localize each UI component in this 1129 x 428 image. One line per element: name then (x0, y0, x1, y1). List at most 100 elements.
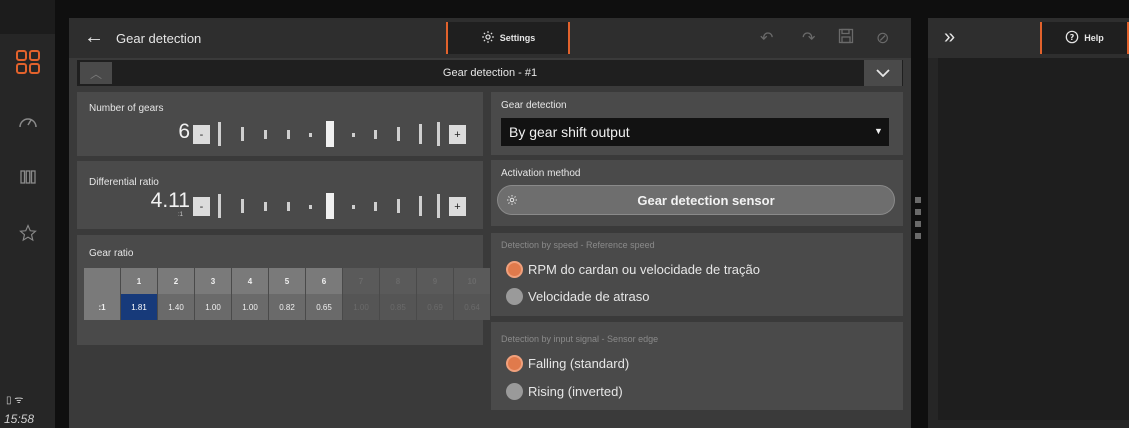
slider-tick (419, 196, 422, 216)
gear-column-header: 8 (380, 268, 416, 294)
slider-tick (437, 122, 440, 146)
page-title: Gear detection (116, 31, 202, 46)
double-chevron-right-icon[interactable]: » (944, 26, 955, 49)
tab-help[interactable]: ? Help (1040, 22, 1129, 54)
gear-ratio-cell[interactable]: 1.00 (343, 294, 379, 320)
cancel-icon[interactable]: ⊘ (876, 28, 889, 48)
gear-ratio-cell[interactable]: 0.85 (380, 294, 416, 320)
signal-option-2-label: Rising (inverted) (528, 384, 623, 399)
slider-tick (309, 205, 312, 209)
gear-ratio-label: Gear ratio (89, 248, 134, 259)
slider-handle[interactable] (326, 193, 334, 219)
slider-tick (397, 127, 400, 141)
gear-column-header: 6 (306, 268, 342, 294)
radio-speed-option-1[interactable] (506, 261, 523, 278)
gear-icon (481, 30, 495, 46)
instance-label: Gear detection - #1 (442, 67, 538, 79)
differential-ratio-unit: :1 (178, 212, 184, 218)
slider-tick (241, 199, 244, 213)
slider-handle[interactable] (326, 121, 334, 147)
gears-plus-button[interactable]: + (449, 125, 466, 144)
tab-settings[interactable]: Settings (446, 22, 570, 54)
gear-ratio-cell[interactable]: 1.81 (121, 294, 157, 320)
slider-tick (287, 202, 290, 211)
status-icons: ▯ ᯤ (6, 392, 23, 406)
gear-detection-sensor-label: Gear detection sensor (637, 192, 775, 208)
scroll-indicator (915, 197, 921, 203)
columns-icon[interactable] (0, 162, 55, 192)
ratio-plus-button[interactable]: + (449, 197, 466, 216)
gear-column-header: 2 (158, 268, 194, 294)
radio-signal-option-2[interactable] (506, 383, 523, 400)
slider-tick (397, 199, 400, 213)
chevron-down-icon[interactable] (864, 60, 902, 86)
help-content (938, 58, 1129, 420)
number-of-gears-card (77, 92, 483, 156)
gear-detection-label: Gear detection (501, 100, 567, 111)
gears-minus-button[interactable]: - (193, 125, 210, 144)
gear-ratio-cell[interactable]: 0.82 (269, 294, 305, 320)
number-of-gears-value: 6 (178, 120, 190, 143)
slider-tick (352, 133, 355, 137)
radio-signal-option-1[interactable] (506, 355, 523, 372)
save-icon[interactable] (838, 28, 854, 49)
speed-option-2-label: Velocidade de atraso (528, 289, 650, 304)
slider-tick (419, 124, 422, 144)
tab-help-label: Help (1084, 33, 1104, 43)
gear-row-unit: :1 (84, 294, 120, 320)
gear-ratio-cell[interactable]: 1.00 (195, 294, 231, 320)
clock: 15:58 (4, 412, 35, 426)
scroll-indicator (915, 221, 921, 227)
slider-tick (374, 130, 377, 139)
tab-settings-label: Settings (499, 33, 536, 43)
slider-tick (309, 133, 312, 137)
differential-ratio-value: 4.11 (150, 189, 190, 212)
activation-method-label: Activation method (501, 168, 581, 179)
gear-column-header: 1 (121, 268, 157, 294)
speedometer-icon[interactable] (0, 106, 55, 136)
slider-tick (437, 194, 440, 218)
slider-tick (218, 122, 221, 146)
arrow-left-icon[interactable]: ← (84, 26, 104, 49)
ratio-minus-button[interactable]: - (193, 197, 210, 216)
slider-tick (264, 130, 267, 139)
slider-tick (264, 202, 267, 211)
wifi-icon: ᯤ (14, 395, 24, 406)
signal-detection-label: Detection by input signal - Sensor edge (501, 334, 659, 344)
battery-icon: ▯ (6, 395, 12, 406)
svg-text:?: ? (1070, 33, 1075, 42)
slider-tick (352, 205, 355, 209)
slider-tick (287, 130, 290, 139)
slider-tick (241, 127, 244, 141)
gear-column-header: 5 (269, 268, 305, 294)
question-circle-icon: ? (1065, 30, 1079, 46)
gear-column-header: 9 (417, 268, 453, 294)
speed-option-1-label: RPM do cardan ou velocidade de tração (528, 262, 760, 277)
gear-column-header: 7 (343, 268, 379, 294)
apps-grid-icon[interactable] (0, 42, 55, 82)
speed-detection-label: Detection by speed - Reference speed (501, 240, 655, 250)
gear-detection-select[interactable]: By gear shift output (501, 118, 889, 146)
chevron-up-icon[interactable]: ︿ (80, 62, 112, 84)
differential-ratio-label: Differential ratio (89, 177, 159, 188)
undo-icon[interactable]: ↶ (760, 28, 773, 48)
gear-column-header: 10 (454, 268, 490, 294)
radio-speed-option-2[interactable] (506, 288, 523, 305)
gear-ratio-cell[interactable]: 0.64 (454, 294, 490, 320)
gear-ratio-cell[interactable]: 0.69 (417, 294, 453, 320)
redo-icon[interactable]: ↷ (802, 28, 815, 48)
star-icon[interactable] (0, 218, 55, 248)
scroll-indicator (915, 233, 921, 239)
number-of-gears-label: Number of gears (89, 103, 164, 114)
gear-ratio-cell[interactable]: 1.00 (232, 294, 268, 320)
dropdown-arrow-icon[interactable]: ▼ (874, 126, 883, 136)
nav-top-bar (0, 0, 55, 34)
gear-ratio-cell[interactable]: 0.65 (306, 294, 342, 320)
slider-tick (374, 202, 377, 211)
scroll-indicator (915, 209, 921, 215)
table-corner (84, 268, 120, 294)
gear-column-header: 3 (195, 268, 231, 294)
signal-option-1-label: Falling (standard) (528, 356, 630, 371)
gear-ratio-cell[interactable]: 1.40 (158, 294, 194, 320)
gear-column-header: 4 (232, 268, 268, 294)
